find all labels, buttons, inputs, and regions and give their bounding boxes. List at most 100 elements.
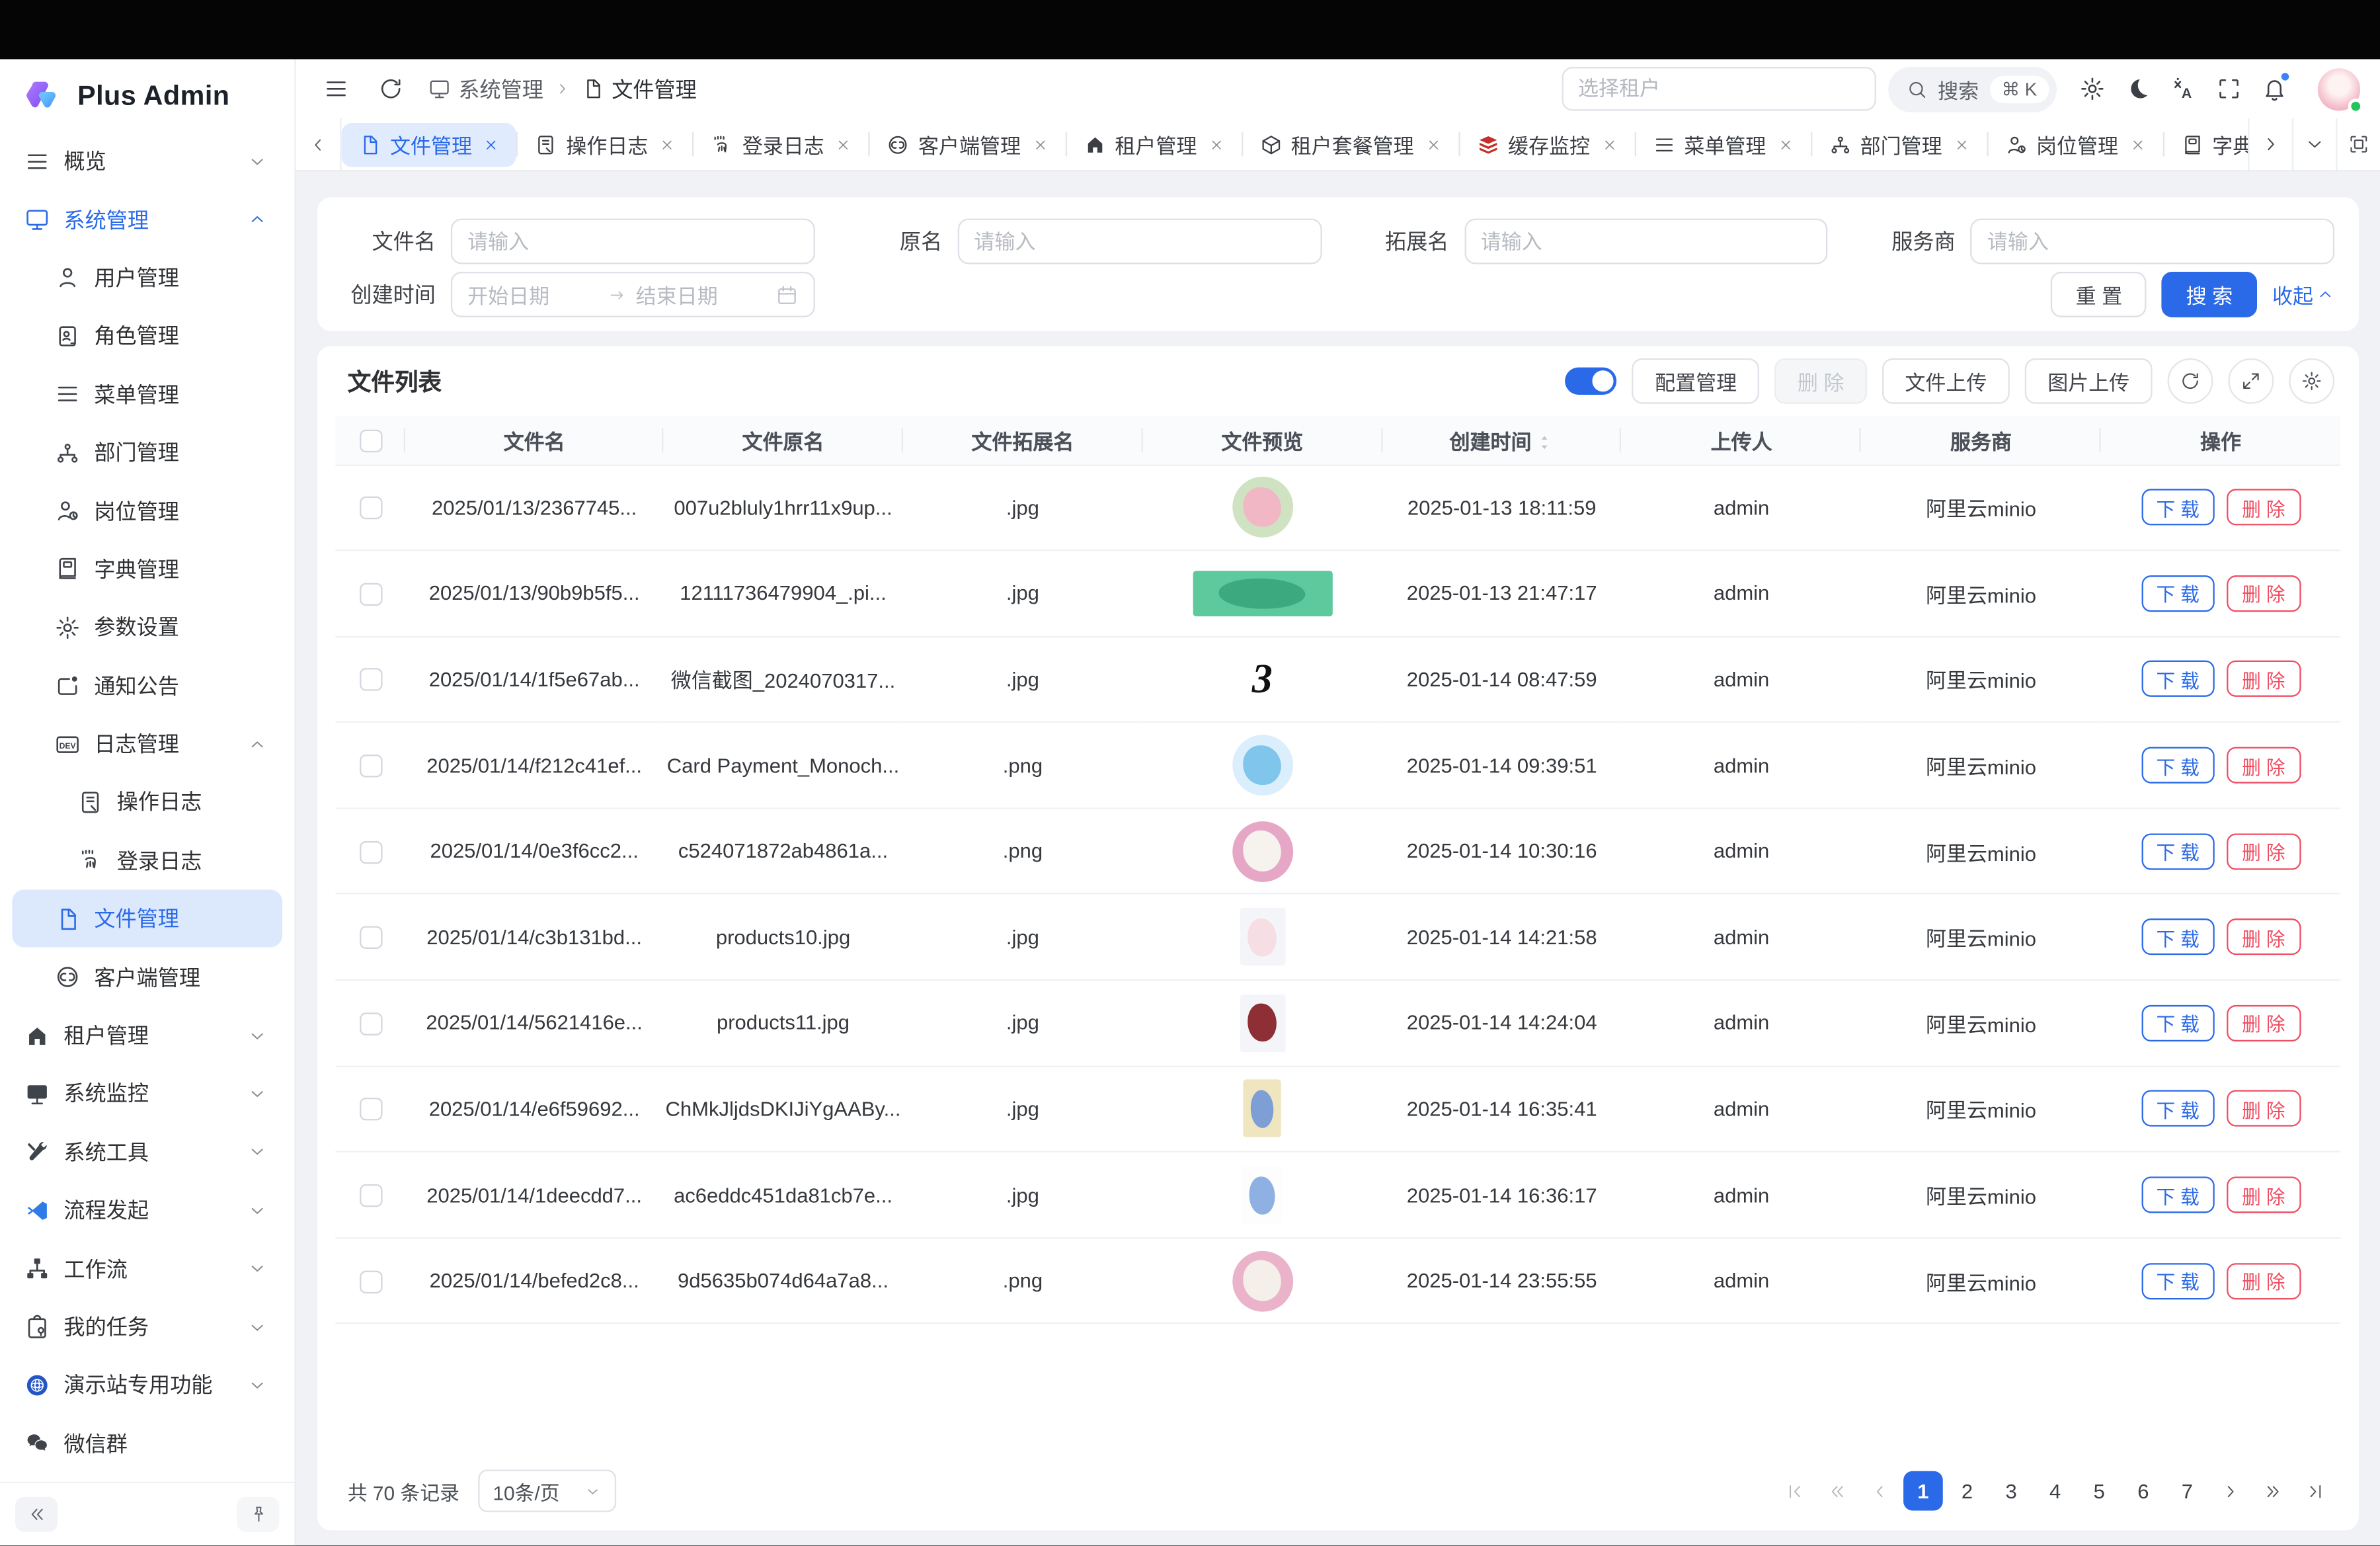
sidebar-item-22[interactable]: 微信群 [12,1414,282,1473]
download-button[interactable]: 下 载 [2141,575,2215,612]
tab-登录日志[interactable]: 登录日志 [694,122,868,167]
refresh-page-button[interactable] [370,69,410,108]
fullscreen-button[interactable] [2205,66,2251,112]
page-jump-back-button[interactable] [1819,1473,1856,1510]
table-expand-button[interactable] [2228,358,2274,404]
close-icon[interactable] [1031,136,1048,152]
download-button[interactable]: 下 载 [2141,1262,2215,1299]
sidebar-item-18[interactable]: 流程发起 [12,1181,282,1239]
page-number-6[interactable]: 6 [2123,1471,2163,1511]
tenant-select-input[interactable] [1562,67,1876,111]
page-number-1[interactable]: 1 [1903,1471,1943,1511]
date-range-input[interactable]: 开始日期 结束日期 [451,272,814,317]
moon-button[interactable] [2114,66,2160,112]
filter-input-2[interactable] [1464,219,1827,264]
sidebar-item-0[interactable]: 概览 [12,132,282,190]
file-preview-image[interactable] [1232,477,1292,538]
page-prev-button[interactable] [1861,1473,1899,1510]
breadcrumb-item-1[interactable]: 文件管理 [581,73,696,104]
delete-button[interactable]: 删 除 [2227,575,2300,612]
close-icon[interactable] [1601,136,1617,152]
column-header[interactable]: 创建时间 [1382,416,1622,464]
page-number-4[interactable]: 4 [2036,1471,2075,1511]
download-button[interactable]: 下 载 [2141,1176,2215,1213]
user-avatar[interactable] [2318,67,2360,110]
row-checkbox[interactable] [359,497,381,519]
download-button[interactable]: 下 载 [2141,489,2215,526]
download-button[interactable]: 下 载 [2141,919,2215,956]
delete-button[interactable]: 删 除 [2227,747,2300,784]
page-number-2[interactable]: 2 [1948,1471,1987,1511]
file-preview-image[interactable] [1232,735,1292,795]
delete-button[interactable]: 删 除 [2227,1176,2300,1213]
close-icon[interactable] [1776,136,1793,152]
sidebar-item-20[interactable]: 我的任务 [12,1298,282,1356]
close-icon[interactable] [835,136,852,152]
row-checkbox[interactable] [359,1012,381,1035]
file-preview-image[interactable] [1240,909,1285,966]
file-preview-image[interactable]: 3 [1218,653,1306,705]
reset-button[interactable]: 重 置 [2051,272,2147,317]
close-icon[interactable] [1953,136,1969,152]
sidebar-item-19[interactable]: 工作流 [12,1239,282,1297]
file-preview-image[interactable] [1232,821,1292,881]
toolbar-button-删除[interactable]: 删 除 [1774,358,1867,404]
tab-客户端管理[interactable]: 客户端管理 [870,122,1065,167]
menu-toggle-button[interactable] [316,69,356,108]
tab-缓存监控[interactable]: 缓存监控 [1460,122,1634,167]
app-logo[interactable]: Plus Admin [0,60,294,132]
sidebar-item-6[interactable]: 岗位管理 [12,482,282,540]
sidebar-item-14[interactable]: 客户端管理 [12,948,282,1006]
delete-button[interactable]: 删 除 [2227,1262,2300,1299]
collapse-filter-link[interactable]: 收起 [2272,279,2334,309]
delete-button[interactable]: 删 除 [2227,1005,2300,1041]
tab-菜单管理[interactable]: 菜单管理 [1636,122,1810,167]
delete-button[interactable]: 删 除 [2227,489,2300,526]
close-icon[interactable] [483,136,499,152]
search-button[interactable]: 搜 索 [2162,272,2257,317]
file-preview-image[interactable] [1193,571,1332,616]
delete-button[interactable]: 删 除 [2227,1091,2300,1127]
toolbar-button-图片上传[interactable]: 图片上传 [2025,358,2153,404]
file-preview-image[interactable] [1232,1250,1292,1311]
sidebar-item-17[interactable]: 系统工具 [12,1123,282,1181]
sidebar-item-9[interactable]: 通知公告 [12,657,282,715]
delete-button[interactable]: 删 除 [2227,661,2300,698]
sidebar-item-8[interactable]: 参数设置 [12,598,282,657]
breadcrumb-item-0[interactable]: 系统管理 [428,73,543,104]
page-number-5[interactable]: 5 [2079,1471,2119,1511]
close-icon[interactable] [1425,136,1441,152]
select-all-checkbox[interactable] [359,429,381,452]
row-checkbox[interactable] [359,926,381,949]
row-checkbox[interactable] [359,840,381,863]
file-preview-image[interactable] [1244,1080,1281,1137]
tabs-dropdown-button[interactable] [2292,118,2336,170]
sidebar-item-15[interactable]: 租户管理 [12,1006,282,1065]
tab-字典管理[interactable]: 字典管理 [2164,122,2248,167]
delete-button[interactable]: 删 除 [2227,833,2300,870]
tab-租户管理[interactable]: 租户管理 [1066,122,1241,167]
download-button[interactable]: 下 载 [2141,833,2215,870]
page-last-button[interactable] [2297,1473,2334,1510]
filter-input-0[interactable] [451,219,814,264]
close-icon[interactable] [1207,136,1224,152]
sidebar-item-12[interactable]: 登录日志 [12,831,282,889]
sidebar-item-13[interactable]: 文件管理 [12,890,282,948]
row-checkbox[interactable] [359,1098,381,1121]
global-search-button[interactable]: 搜索 ⌘ K [1887,66,2057,112]
page-jump-forward-button[interactable] [2254,1473,2291,1510]
page-size-select[interactable]: 10条/页 [477,1470,615,1512]
tab-岗位管理[interactable]: 岗位管理 [1988,122,2162,167]
row-checkbox[interactable] [359,1184,381,1207]
table-mode-toggle[interactable] [1566,368,1617,395]
download-button[interactable]: 下 载 [2141,1091,2215,1127]
file-preview-image[interactable] [1242,1166,1283,1223]
sidebar-item-10[interactable]: DEV日志管理 [12,715,282,773]
toolbar-button-文件上传[interactable]: 文件上传 [1882,358,2010,404]
row-checkbox[interactable] [359,583,381,605]
download-button[interactable]: 下 载 [2141,661,2215,698]
tab-租户套餐管理[interactable]: 租户套餐管理 [1242,122,1458,167]
sidebar-item-3[interactable]: 角色管理 [12,307,282,365]
sidebar-item-11[interactable]: 操作日志 [12,773,282,831]
tab-文件管理[interactable]: 文件管理 [342,122,516,167]
